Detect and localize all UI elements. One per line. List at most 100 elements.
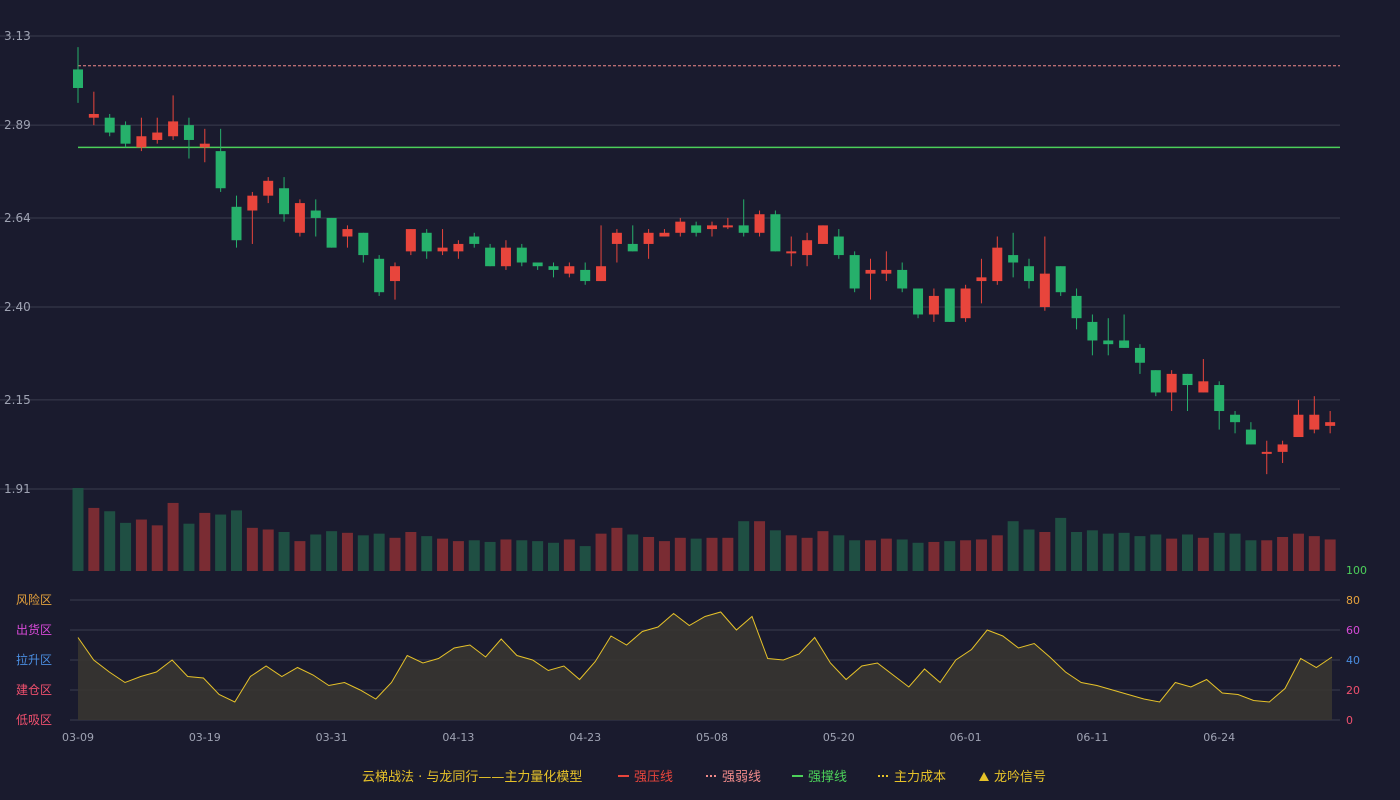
volume-bar xyxy=(310,534,322,571)
volume-bar xyxy=(595,533,607,571)
candle-body xyxy=(104,117,115,133)
volume-bar xyxy=(548,542,559,571)
volume-bar xyxy=(674,537,686,571)
oscillator-panel xyxy=(77,611,1333,720)
candle-body xyxy=(1182,373,1193,386)
volume-bar xyxy=(421,536,433,571)
volume-bar xyxy=(1324,539,1336,571)
volume-bar xyxy=(500,539,512,571)
volume-bar xyxy=(1166,538,1178,571)
volume-bar xyxy=(801,537,813,571)
volume-bar xyxy=(183,523,195,571)
volume-bar xyxy=(484,541,496,571)
candle-body xyxy=(453,243,464,252)
volume-bar xyxy=(1277,536,1289,571)
candle-body xyxy=(754,214,765,233)
candle-body xyxy=(627,243,638,252)
volume-bar xyxy=(960,540,972,571)
volume-bar xyxy=(72,488,84,571)
legend-label-main_cost[interactable]: 主力成本 xyxy=(894,770,946,785)
osc-tick-label: 20 xyxy=(1346,684,1360,697)
candle-body xyxy=(1245,429,1256,445)
volume-bar xyxy=(579,546,591,571)
volume-bar xyxy=(563,539,575,571)
date-tick-label: 03-09 xyxy=(62,731,94,744)
volume-bar xyxy=(104,511,116,571)
date-tick-label: 03-31 xyxy=(316,731,348,744)
candle-body xyxy=(500,247,511,267)
price-tick-label: 2.15 xyxy=(4,393,31,407)
osc-zone-label: 低吸区 xyxy=(16,713,52,727)
volume-bar xyxy=(231,510,242,571)
volume-bar xyxy=(532,541,544,571)
legend-label-signal[interactable]: 龙吟信号 xyxy=(994,769,1046,785)
legend-label-resistance[interactable]: 强压线 xyxy=(634,770,673,785)
date-tick-label: 05-20 xyxy=(823,731,855,744)
candle-body xyxy=(1103,340,1114,345)
volume-bar xyxy=(706,537,718,571)
volume-bar xyxy=(151,525,163,571)
candle-body xyxy=(833,236,844,256)
candle-body xyxy=(1008,255,1019,263)
candle-body xyxy=(215,151,226,189)
candle-body xyxy=(1119,340,1130,348)
candle-body xyxy=(358,232,369,256)
candle-body xyxy=(913,288,924,315)
candle-body xyxy=(960,288,971,319)
price-tick-label: 2.64 xyxy=(4,211,31,225)
legend[interactable]: 云梯战法 · 与龙同行——主力量化模型 强压线 强弱线 强撑线 主力成本 龙吟信号 xyxy=(362,769,1046,785)
candle-body xyxy=(865,269,876,274)
legend-label-support[interactable]: 强撑线 xyxy=(808,770,847,785)
volume-bar xyxy=(199,512,211,571)
volume-bar xyxy=(120,522,132,571)
candle-body xyxy=(1087,321,1098,341)
date-tick-label: 04-13 xyxy=(442,731,474,744)
osc-tick-label: 100 xyxy=(1346,564,1367,577)
candle-body xyxy=(88,113,99,118)
candle-body xyxy=(928,295,939,315)
candle-body xyxy=(1325,422,1336,426)
candle-body xyxy=(405,229,416,252)
volume-bar xyxy=(865,540,876,571)
date-tick-label: 04-23 xyxy=(569,731,601,744)
candle-body xyxy=(691,225,702,233)
volume-bar xyxy=(975,539,987,571)
candle-body xyxy=(1039,273,1050,308)
volume-bar xyxy=(516,540,528,571)
candle-body xyxy=(532,262,543,267)
date-tick-label: 06-11 xyxy=(1076,731,1108,744)
candle-body xyxy=(152,132,163,140)
candle-body xyxy=(136,136,147,148)
volume-bar xyxy=(1071,531,1083,571)
volume-bar xyxy=(722,537,734,571)
osc-zone-label: 拉升区 xyxy=(16,652,52,667)
volume-bar xyxy=(1197,537,1209,571)
volume-bar xyxy=(341,532,353,571)
candle-body xyxy=(374,258,385,293)
legend-label-weak_resistance[interactable]: 强弱线 xyxy=(722,770,761,785)
candle-body xyxy=(469,236,480,244)
price-tick-label: 2.89 xyxy=(4,118,31,132)
candle-body xyxy=(1230,414,1241,423)
volume-bar xyxy=(754,521,766,571)
candle-body xyxy=(279,188,290,215)
volume-bar xyxy=(1055,517,1067,571)
candle-body xyxy=(199,143,210,148)
candle-body xyxy=(707,225,717,230)
candle-body xyxy=(1134,347,1145,363)
volume-bar xyxy=(1134,536,1146,571)
candle-body xyxy=(73,69,83,88)
volume-bar xyxy=(246,527,258,571)
price-tick-label: 3.13 xyxy=(4,29,31,43)
candle-body xyxy=(437,247,448,252)
candle-body xyxy=(722,225,733,228)
volume-bar xyxy=(468,540,480,571)
volume-bar xyxy=(896,539,908,571)
candle-body xyxy=(1071,295,1082,319)
volume-bar xyxy=(1229,533,1241,571)
date-tick-label: 06-01 xyxy=(950,731,982,744)
candle-body xyxy=(342,229,353,237)
osc-tick-label: 0 xyxy=(1346,714,1353,727)
osc-tick-label: 80 xyxy=(1346,594,1360,607)
osc-zone-label: 出货区 xyxy=(16,622,52,637)
